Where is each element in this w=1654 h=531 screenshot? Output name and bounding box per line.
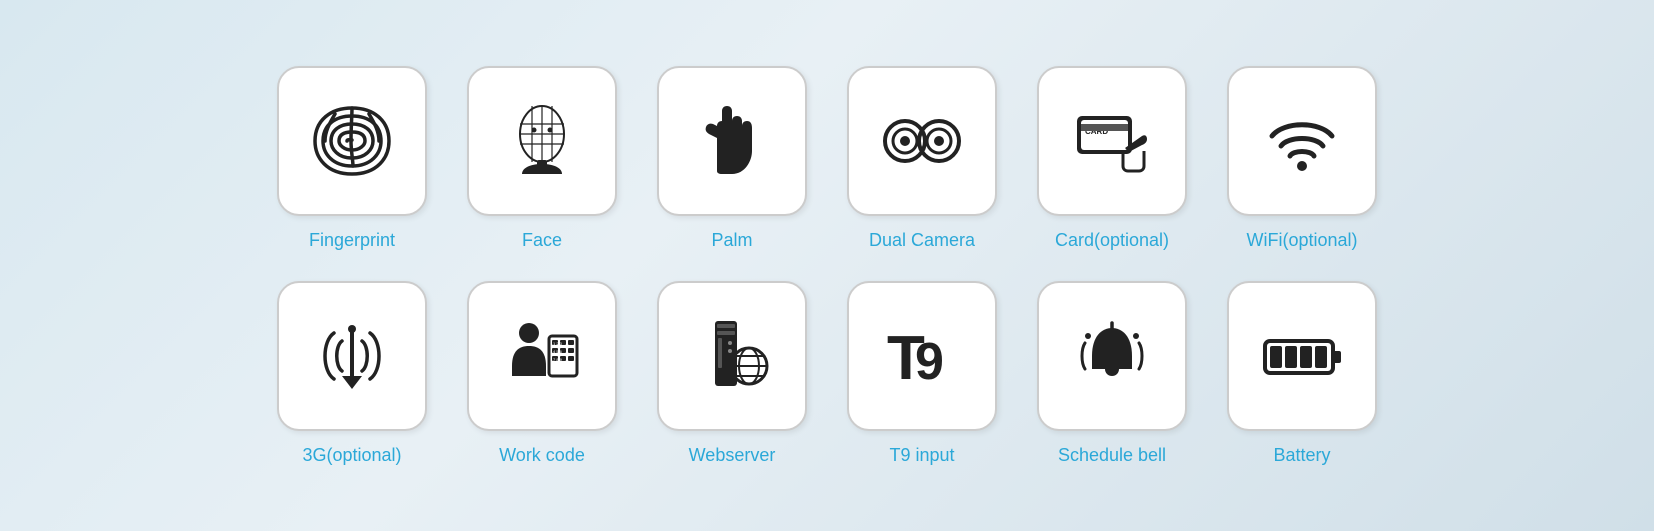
icon-box-fingerprint [277,66,427,216]
icon-box-palm [657,66,807,216]
3g-icon [307,311,397,401]
fingerprint-icon [307,96,397,186]
icon-box-face [467,66,617,216]
cell-card: CARD Card(optional) [1037,66,1187,251]
icon-box-wifi [1227,66,1377,216]
work-code-icon: 1 2 3 4 5 6 7 8 9 [497,311,587,401]
label-fingerprint: Fingerprint [309,230,395,251]
schedule-bell-icon [1067,311,1157,401]
svg-text:1 2 3: 1 2 3 [553,341,563,346]
icon-box-card: CARD [1037,66,1187,216]
label-face: Face [522,230,562,251]
icon-box-dual-camera [847,66,997,216]
label-card: Card(optional) [1055,230,1169,251]
icon-box-t9: T 9 [847,281,997,431]
cell-fingerprint: Fingerprint [277,66,427,251]
cell-wifi: WiFi(optional) [1227,66,1377,251]
cell-face: Face [467,66,617,251]
svg-text:9: 9 [915,333,944,391]
palm-icon [687,96,777,186]
battery-icon [1257,311,1347,401]
wifi-icon [1257,96,1347,186]
feature-grid: Fingerprint Face [217,36,1437,496]
icon-box-schedule-bell [1037,281,1187,431]
t9-icon: T 9 [877,311,967,401]
cell-t9: T 9 T9 input [847,281,997,466]
webserver-icon [687,311,777,401]
svg-text:7 8 9: 7 8 9 [553,357,563,362]
label-t9: T9 input [889,445,954,466]
label-webserver: Webserver [689,445,776,466]
icon-box-webserver [657,281,807,431]
dual-camera-icon [877,96,967,186]
label-wifi: WiFi(optional) [1246,230,1357,251]
svg-text:4 5 6: 4 5 6 [553,349,563,354]
cell-webserver: Webserver [657,281,807,466]
icon-box-battery [1227,281,1377,431]
label-battery: Battery [1273,445,1330,466]
card-icon: CARD [1067,96,1157,186]
face-icon [497,96,587,186]
icon-box-work-code: 1 2 3 4 5 6 7 8 9 [467,281,617,431]
label-dual-camera: Dual Camera [869,230,975,251]
icon-box-3g [277,281,427,431]
cell-dual-camera: Dual Camera [847,66,997,251]
cell-work-code: 1 2 3 4 5 6 7 8 9 Work code [467,281,617,466]
cell-3g: 3G(optional) [277,281,427,466]
cell-battery: Battery [1227,281,1377,466]
label-work-code: Work code [499,445,585,466]
cell-schedule-bell: Schedule bell [1037,281,1187,466]
label-3g: 3G(optional) [302,445,401,466]
cell-palm: Palm [657,66,807,251]
label-palm: Palm [711,230,752,251]
label-schedule-bell: Schedule bell [1058,445,1166,466]
